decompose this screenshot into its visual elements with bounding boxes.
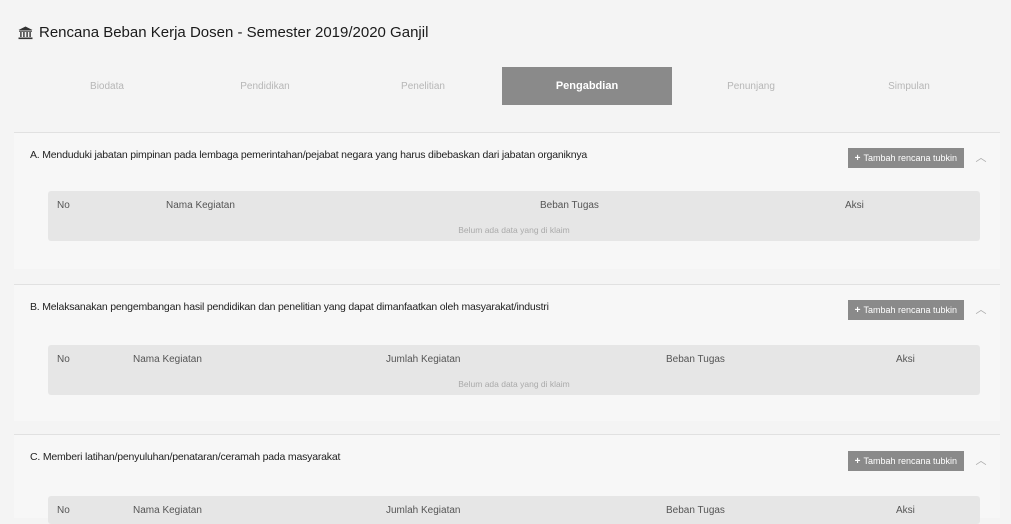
add-plan-label: Tambah rencana tubkin <box>863 456 957 466</box>
institution-icon <box>18 26 33 40</box>
column-header-beban-tugas: Beban Tugas <box>666 505 725 516</box>
chevron-up-icon[interactable]: ︿ <box>974 150 988 164</box>
column-header-jumlah-kegiatan: Jumlah Kegiatan <box>386 354 461 365</box>
section-title: C. Memberi latihan/penyuluhan/penataran/… <box>30 451 341 463</box>
column-header-beban-tugas: Beban Tugas <box>666 354 725 365</box>
column-header-beban-tugas: Beban Tugas <box>540 200 599 211</box>
plus-icon: + <box>854 455 861 467</box>
column-header-no: No <box>57 354 70 365</box>
section-a: A. Menduduki jabatan pimpinan pada lemba… <box>14 132 1000 269</box>
table-header: No Nama Kegiatan Beban Tugas Aksi <box>48 191 980 219</box>
page-header: Rencana Beban Kerja Dosen - Semester 201… <box>18 24 428 41</box>
column-header-nama-kegiatan: Nama Kegiatan <box>166 200 235 211</box>
empty-state-text: Belum ada data yang di klaim <box>458 379 570 389</box>
plus-icon: + <box>854 304 861 316</box>
data-table: No Nama Kegiatan Jumlah Kegiatan Beban T… <box>48 345 980 395</box>
chevron-up-icon[interactable]: ︿ <box>974 453 988 467</box>
section-b: B. Melaksanakan pengembangan hasil pendi… <box>14 284 1000 421</box>
add-plan-button[interactable]: + Tambah rencana tubkin <box>847 300 964 320</box>
column-header-jumlah-kegiatan: Jumlah Kegiatan <box>386 505 461 516</box>
tab-pendidikan[interactable]: Pendidikan <box>186 67 344 105</box>
tab-penelitian[interactable]: Penelitian <box>344 67 502 105</box>
column-header-aksi: Aksi <box>845 200 864 211</box>
data-table: No Nama Kegiatan Jumlah Kegiatan Beban T… <box>48 496 980 524</box>
add-plan-label: Tambah rencana tubkin <box>863 305 957 315</box>
table-header: No Nama Kegiatan Jumlah Kegiatan Beban T… <box>48 345 980 373</box>
tab-simpulan[interactable]: Simpulan <box>830 67 988 105</box>
column-header-no: No <box>57 200 70 211</box>
add-plan-label: Tambah rencana tubkin <box>863 153 957 163</box>
column-header-nama-kegiatan: Nama Kegiatan <box>133 354 202 365</box>
page: Rencana Beban Kerja Dosen - Semester 201… <box>0 0 1011 524</box>
column-header-no: No <box>57 505 70 516</box>
column-header-aksi: Aksi <box>896 354 915 365</box>
column-header-aksi: Aksi <box>896 505 915 516</box>
tab-penunjang[interactable]: Penunjang <box>672 67 830 105</box>
section-title: A. Menduduki jabatan pimpinan pada lemba… <box>30 149 588 161</box>
tab-bar: Biodata Pendidikan Penelitian Pengabdian… <box>28 67 988 105</box>
page-title: Rencana Beban Kerja Dosen - Semester 201… <box>39 24 429 41</box>
section-title: B. Melaksanakan pengembangan hasil pendi… <box>30 301 549 313</box>
add-plan-button[interactable]: + Tambah rencana tubkin <box>847 451 964 471</box>
column-header-nama-kegiatan: Nama Kegiatan <box>133 505 202 516</box>
data-table: No Nama Kegiatan Beban Tugas Aksi Belum … <box>48 191 980 241</box>
add-plan-button[interactable]: + Tambah rencana tubkin <box>847 148 964 168</box>
section-c: C. Memberi latihan/penyuluhan/penataran/… <box>14 434 1000 524</box>
tab-biodata[interactable]: Biodata <box>28 67 186 105</box>
plus-icon: + <box>854 152 861 164</box>
table-header: No Nama Kegiatan Jumlah Kegiatan Beban T… <box>48 496 980 524</box>
empty-state-text: Belum ada data yang di klaim <box>458 225 570 235</box>
tab-pengabdian[interactable]: Pengabdian <box>502 67 672 105</box>
chevron-up-icon[interactable]: ︿ <box>974 302 988 316</box>
